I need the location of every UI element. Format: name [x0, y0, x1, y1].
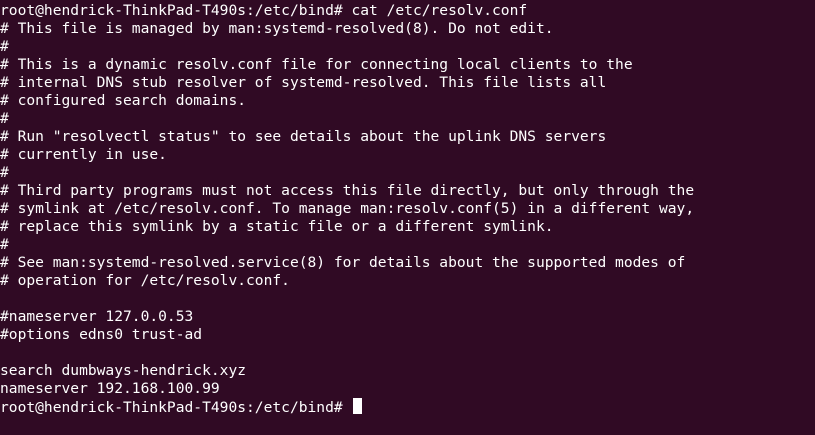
output-line: #	[0, 164, 9, 181]
output-line: #	[0, 236, 9, 253]
output-line: # This file is managed by man:systemd-re…	[0, 20, 554, 37]
output-line: #	[0, 110, 9, 127]
output-line: # See man:systemd-resolved.service(8) fo…	[0, 254, 686, 271]
output-line: # This is a dynamic resolv.conf file for…	[0, 56, 633, 73]
output-line: # operation for /etc/resolv.conf.	[0, 272, 290, 289]
output-line: # symlink at /etc/resolv.conf. To manage…	[0, 200, 695, 217]
text-cursor	[353, 398, 363, 414]
output-line: # configured search domains.	[0, 92, 247, 109]
output-line: # Run "resolvectl status" to see details…	[0, 128, 607, 145]
terminal-window[interactable]: root@hendrick-ThinkPad-T490s:/etc/bind# …	[0, 0, 815, 435]
output-line: # replace this symlink by a static file …	[0, 218, 554, 235]
command-output: # This file is managed by man:systemd-re…	[0, 20, 815, 398]
output-line: #nameserver 127.0.0.53	[0, 308, 194, 325]
output-line: #	[0, 38, 9, 55]
output-line: # internal DNS stub resolver of systemd-…	[0, 74, 607, 91]
output-line: #options edns0 trust-ad	[0, 326, 203, 343]
output-line: # currently in use.	[0, 146, 167, 163]
command-line: root@hendrick-ThinkPad-T490s:/etc/bind# …	[0, 2, 528, 19]
prompt-text: root@hendrick-ThinkPad-T490s:/etc/bind#	[0, 399, 352, 416]
output-line: search dumbways-hendrick.xyz	[0, 362, 247, 379]
prompt-line[interactable]: root@hendrick-ThinkPad-T490s:/etc/bind#	[0, 398, 815, 416]
output-line: # Third party programs must not access t…	[0, 182, 695, 199]
output-line: nameserver 192.168.100.99	[0, 380, 220, 397]
